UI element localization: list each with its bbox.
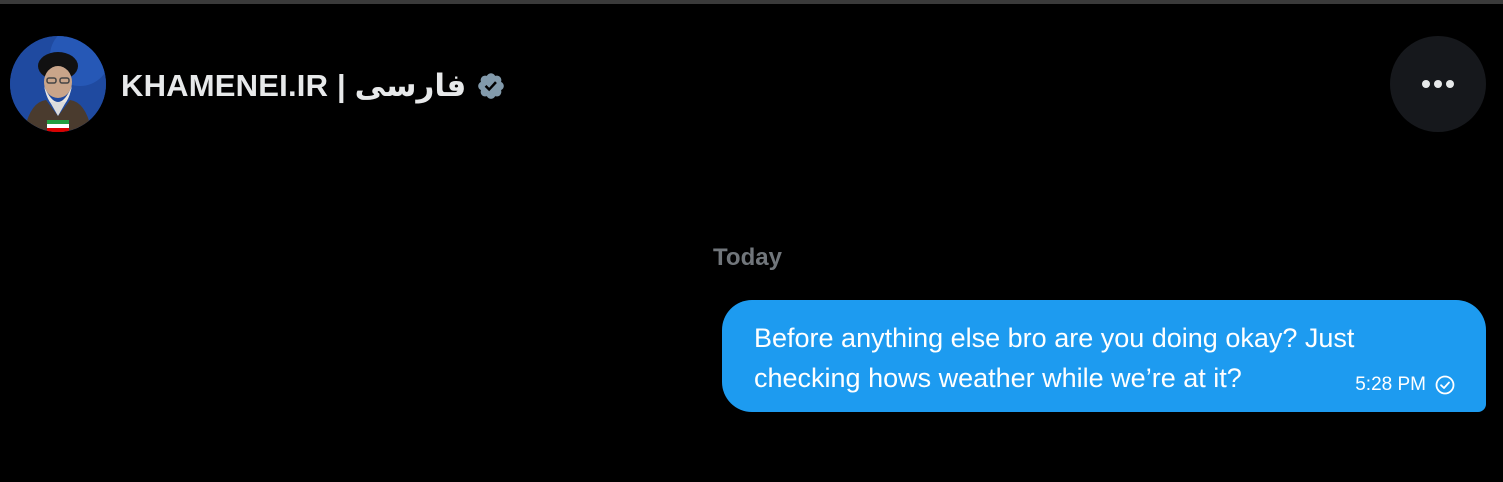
display-name-row[interactable]: KHAMENEI.IR | فارسی [121, 66, 506, 106]
conversation-header: KHAMENEI.IR | فارسی [0, 4, 1503, 164]
sent-check-icon [1434, 374, 1456, 396]
date-separator: Today [713, 244, 782, 271]
message-text: Before anything else bro are you doing o… [754, 323, 1355, 393]
outgoing-message-bubble[interactable]: Before anything else bro are you doing o… [722, 300, 1486, 412]
avatar[interactable] [10, 36, 106, 132]
display-name[interactable]: KHAMENEI.IR | فارسی [121, 68, 466, 104]
avatar-image [10, 36, 106, 132]
message-timestamp: 5:28 PM [1355, 374, 1426, 395]
more-options-icon [1422, 80, 1454, 88]
verified-badge-icon [476, 71, 506, 101]
more-options-button[interactable] [1390, 36, 1486, 132]
message-meta: 5:28 PM [1355, 374, 1456, 396]
